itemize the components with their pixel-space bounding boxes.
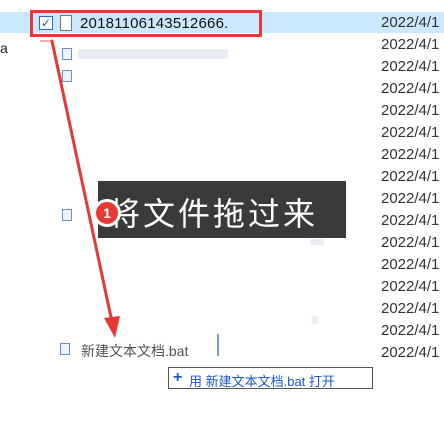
date-modified: 2022/4/1 <box>381 190 440 207</box>
file-icon <box>62 209 72 221</box>
date-modified: 2022/4/1 <box>381 256 440 273</box>
step-badge: 1 <box>93 199 121 227</box>
selected-file-cell[interactable]: ✓ 20181106143512666. <box>28 12 388 36</box>
instruction-banner: 将文件拖过来 <box>98 181 346 238</box>
checkbox[interactable]: ✓ <box>39 16 53 30</box>
drop-tooltip: + 用 新建文本文档.bat 打开 <box>168 367 373 389</box>
obscured-filename <box>78 49 228 59</box>
file-row[interactable]: 2022/4/1 <box>0 298 444 319</box>
file-row[interactable]: 2022/4/1 <box>0 100 444 121</box>
file-row[interactable]: 2022/4/1 <box>0 144 444 165</box>
date-modified: 2022/4/1 <box>381 80 440 97</box>
file-row[interactable]: 2022/4/1 <box>0 122 444 143</box>
file-row[interactable]: 2022/4/1 <box>0 276 444 297</box>
file-icon <box>60 343 70 355</box>
obscured-filename <box>310 239 324 245</box>
file-icon <box>60 15 72 31</box>
date-modified: 2022/4/1 <box>381 14 440 31</box>
file-icon <box>62 70 72 82</box>
date-modified: 2022/4/1 <box>381 124 440 141</box>
file-row[interactable]: 2022/4/1 <box>0 254 444 275</box>
date-modified: 2022/4/1 <box>381 168 440 185</box>
file-name: 20181106143512666. <box>80 15 229 32</box>
file-row[interactable]: 2022/4/1 <box>0 320 444 341</box>
file-icon <box>62 48 72 60</box>
drag-cursor <box>217 334 219 356</box>
date-modified: 2022/4/1 <box>381 102 440 119</box>
plus-icon: + <box>173 369 183 386</box>
date-modified: 2022/4/1 <box>381 322 440 339</box>
tooltip-text: 用 新建文本文档.bat 打开 <box>189 374 335 389</box>
date-modified: 2022/4/1 <box>381 58 440 75</box>
date-modified: 2022/4/1 <box>381 36 440 53</box>
date-modified: 2022/4/1 <box>381 300 440 317</box>
obscured-filename <box>312 316 318 324</box>
date-modified: 2022/4/1 <box>381 344 440 361</box>
date-modified: 2022/4/1 <box>381 234 440 251</box>
date-modified: 2022/4/1 <box>381 146 440 163</box>
instruction-text: 将文件拖过来 <box>108 195 319 233</box>
date-modified: 2022/4/1 <box>381 212 440 229</box>
dragged-file[interactable]: 新建文本文档.bat <box>55 339 215 359</box>
dragged-file-name: 新建文本文档.bat <box>81 343 189 359</box>
date-modified: 2022/4/1 <box>381 278 440 295</box>
